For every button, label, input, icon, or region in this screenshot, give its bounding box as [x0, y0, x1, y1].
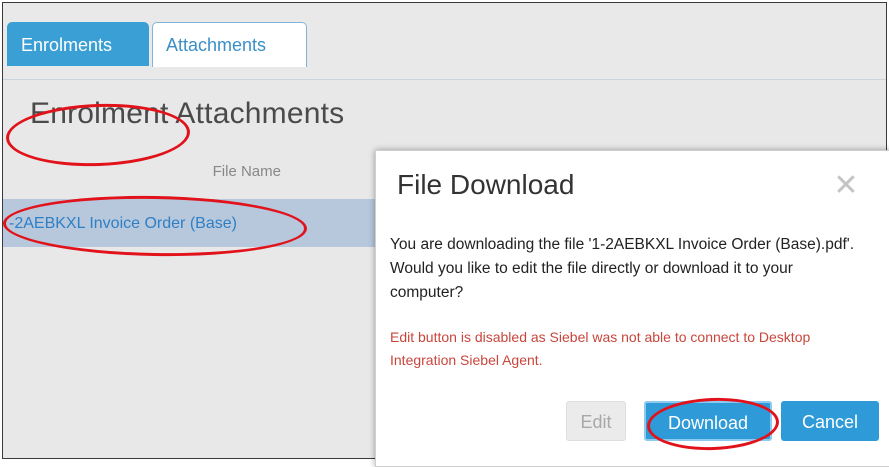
close-icon[interactable]: ✕ [831, 171, 861, 201]
tab-attachments[interactable]: Attachments [152, 22, 307, 67]
section-title: Enrolment Attachments [30, 97, 345, 130]
dialog-warning: Edit button is disabled as Siebel was no… [390, 329, 811, 368]
dialog-title: File Download [397, 169, 575, 200]
tab-enrolments[interactable]: Enrolments [7, 22, 149, 66]
cancel-button[interactable]: Cancel [781, 401, 879, 441]
column-header-file-name[interactable]: File Name [3, 163, 373, 180]
download-button[interactable]: Download [644, 401, 772, 441]
edit-button: Edit [566, 401, 626, 441]
file-name-link[interactable]: -2AEBKXL Invoice Order (Base) [9, 215, 237, 233]
dialog-message: You are downloading the file '1-2AEBKXL … [390, 236, 855, 301]
file-download-dialog: File Download ✕ You are downloading the … [375, 150, 889, 467]
tab-bar: Enrolments Attachments [3, 3, 886, 80]
